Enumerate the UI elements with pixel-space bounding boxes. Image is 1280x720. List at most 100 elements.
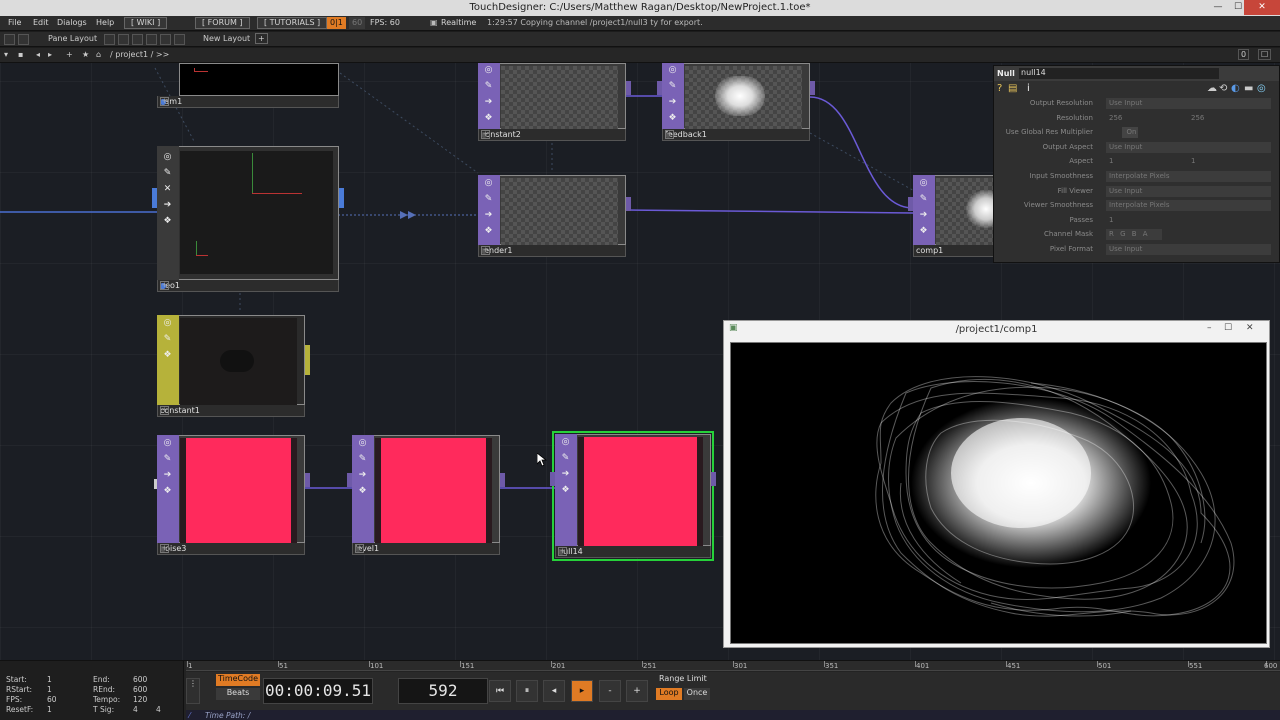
param-dropdown[interactable]: Use Input [1106, 185, 1271, 197]
node-geo1[interactable]: ◎ ✎ ✕ ➔ ❖ geo1 + [152, 146, 344, 292]
node-constant1[interactable]: ◎ ✎ ❖ constant1 + [157, 315, 310, 417]
python-icon[interactable]: ◐ [1231, 83, 1240, 94]
rstart-value[interactable]: 1 [47, 685, 52, 694]
node-render1[interactable]: ◎ ✎ ➔ ❖ render1 + [478, 175, 631, 257]
viewer-toggle-icon[interactable]: ◎ [560, 437, 571, 448]
arrow-icon[interactable]: ➔ [162, 470, 173, 481]
cook-icon[interactable]: ❖ [162, 350, 173, 361]
add-output-button[interactable]: + [481, 246, 490, 255]
play-button[interactable]: ▸ [571, 680, 593, 702]
python-help-icon[interactable]: ▤ [1008, 83, 1017, 94]
forward-icon[interactable]: ▸ [48, 50, 52, 59]
pane-icon[interactable] [4, 34, 15, 45]
start-value[interactable]: 1 [47, 675, 52, 684]
menu-help[interactable]: Help [96, 18, 114, 27]
menu-dialogs[interactable]: Dialogs [57, 18, 87, 27]
node-cam1[interactable]: cam1 + [157, 63, 339, 108]
timeline-collapse-icon[interactable]: ⋮ [186, 678, 200, 704]
info-icon[interactable]: i [1027, 83, 1030, 94]
arrow-icon[interactable]: ➔ [667, 97, 678, 108]
edit-icon[interactable]: ✎ [162, 168, 173, 179]
add-output-button[interactable]: + [665, 130, 674, 139]
edit-icon[interactable]: ✎ [560, 453, 571, 464]
cook-icon[interactable]: ❖ [483, 113, 494, 124]
timeline-ruler[interactable]: 1 51 101 151 201 251 301 351 401 451 501… [186, 661, 1280, 671]
viewer-toggle-icon[interactable]: ◎ [162, 438, 173, 449]
viewer-toggle-icon[interactable]: ◎ [483, 65, 494, 76]
pane-menu-icon[interactable]: ▾ [4, 50, 8, 59]
viewer-window[interactable]: ▣ /project1/comp1 – ☐ ✕ [723, 320, 1270, 648]
param-dropdown[interactable]: Use Input [1106, 243, 1271, 255]
viewer-canvas[interactable] [730, 342, 1267, 644]
cook-icon[interactable]: ❖ [560, 485, 571, 496]
edit-icon[interactable]: ✎ [162, 334, 173, 345]
param-toggle[interactable]: On [1122, 127, 1138, 139]
tsig-denominator[interactable]: 4 [156, 705, 161, 714]
cook-icon[interactable]: ❖ [483, 226, 494, 237]
node-comp1[interactable]: ◎ ✎ ➔ ❖ comp1 [908, 175, 1006, 257]
once-button[interactable]: Once [684, 688, 710, 700]
realtime-checkbox[interactable]: ▣ [430, 18, 438, 27]
loop-button[interactable]: Loop [656, 688, 682, 700]
step-forward-button[interactable]: + [626, 680, 648, 702]
edit-icon[interactable]: ✎ [483, 194, 494, 205]
end-value[interactable]: 600 [133, 675, 147, 684]
param-field-2[interactable]: 256 [1188, 113, 1263, 124]
param-field[interactable]: 1 [1106, 215, 1186, 226]
edit-icon[interactable]: ✎ [357, 454, 368, 465]
tempo-value[interactable]: 120 [133, 695, 147, 704]
language-icon[interactable]: ⟲ [1219, 83, 1227, 94]
layout-2-icon[interactable] [118, 34, 129, 45]
add-layout-button[interactable]: + [255, 33, 268, 44]
timecode-display[interactable]: 00:00:09.51 [263, 678, 373, 704]
rewind-button[interactable]: ⏮ [489, 680, 511, 702]
close-button[interactable]: ✕ [1244, 0, 1280, 15]
arrow-icon[interactable]: ➔ [357, 470, 368, 481]
menu-edit[interactable]: Edit [33, 18, 49, 27]
node-level1[interactable]: ◎ ✎ ➔ ❖ level1 + [347, 435, 505, 555]
rend-value[interactable]: 600 [133, 685, 147, 694]
viewer-toggle-icon[interactable]: ◎ [162, 152, 173, 163]
param-field-2[interactable]: 1 [1188, 156, 1263, 167]
fps-toggle[interactable]: 0|1 [327, 17, 346, 29]
cancel-icon[interactable]: ✕ [162, 184, 173, 195]
tsig-numerator[interactable]: 4 [133, 705, 138, 714]
add-output-button[interactable]: + [355, 544, 364, 553]
add-output-button[interactable]: + [481, 130, 490, 139]
back-icon[interactable]: ◂ [36, 50, 40, 59]
new-layout-tab[interactable]: New Layout [203, 34, 250, 43]
cook-icon[interactable]: ❖ [667, 113, 678, 124]
forum-button[interactable]: [ FORUM ] [195, 17, 250, 29]
frame-display[interactable]: 592 [398, 678, 488, 704]
layout-1-icon[interactable] [104, 34, 115, 45]
settings-icon[interactable]: ◎ [1257, 83, 1266, 94]
layout-5-icon[interactable] [160, 34, 171, 45]
edit-icon[interactable]: ✎ [483, 81, 494, 92]
arrow-icon[interactable]: ➔ [918, 210, 929, 221]
node-noise3[interactable]: ◎ ✎ ➔ ❖ noise3 + [154, 435, 310, 555]
param-mask-buttons[interactable]: R G B A [1106, 229, 1162, 241]
add-output-button[interactable]: + [558, 547, 567, 556]
cook-icon[interactable]: ❖ [357, 486, 368, 497]
help-icon[interactable]: ? [997, 83, 1002, 94]
node-constant2[interactable]: ◎ ✎ ➔ ❖ constant2 + [478, 63, 631, 141]
arrow-icon[interactable]: ➔ [483, 97, 494, 108]
cook-icon[interactable]: ❖ [918, 226, 929, 237]
layout-3-icon[interactable] [132, 34, 143, 45]
pause-button[interactable]: ⏸ [516, 680, 538, 702]
param-dropdown[interactable]: Interpolate Pixels [1106, 170, 1271, 182]
arrow-icon[interactable]: ➔ [483, 210, 494, 221]
node-feedback1[interactable]: ◎ ✎ ➔ ❖ feedback1 + [657, 63, 815, 141]
network-path[interactable]: / project1 / >> [110, 50, 169, 59]
fps-input[interactable]: 60 [349, 17, 366, 29]
param-dropdown[interactable]: Use Input [1106, 98, 1271, 109]
menu-file[interactable]: File [8, 18, 21, 27]
edit-icon[interactable]: ✎ [162, 454, 173, 465]
collapse-icon[interactable]: ▬ [1244, 83, 1253, 94]
pane-type-icon[interactable]: ▪ [18, 50, 23, 59]
param-dropdown[interactable]: Use Input [1106, 141, 1271, 153]
pane-maximize-icon[interactable]: ☐ [1258, 49, 1272, 60]
viewer-toggle-icon[interactable]: ◎ [357, 438, 368, 449]
resetf-value[interactable]: 1 [47, 705, 52, 714]
pane-split-icon[interactable] [18, 34, 29, 45]
